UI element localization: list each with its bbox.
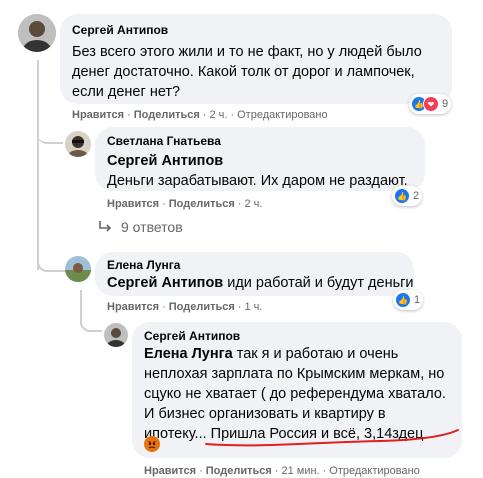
comment-author[interactable]: Елена Лунга — [107, 257, 404, 273]
avatar[interactable] — [18, 14, 56, 52]
thread-connector — [80, 312, 102, 332]
comment-actions: Нравится · Поделиться · 1 ч. — [107, 301, 263, 313]
edited-label: Отредактировано — [329, 465, 420, 477]
share-button[interactable]: Поделиться — [134, 109, 200, 121]
reactions-count: 2 — [413, 190, 420, 202]
angry-emoji-icon — [144, 436, 160, 452]
edited-label: Отредактировано — [237, 109, 328, 121]
share-button[interactable]: Поделиться — [206, 465, 272, 477]
comment-actions: Нравится · Поделиться · 21 мин. · Отредактиров… — [144, 465, 420, 477]
avatar[interactable] — [65, 131, 91, 157]
reactions-count: 1 — [414, 294, 421, 306]
heart-icon: ❤ — [423, 96, 439, 112]
reactions[interactable]: 👍 1 — [393, 290, 424, 310]
comment-text: Без всего этого жили и то не факт, но у … — [72, 44, 422, 100]
like-button[interactable]: Нравится — [107, 198, 159, 210]
comment-text: Сергей Антипов Деньги зарабатывают. Их д… — [107, 151, 415, 191]
mention-link[interactable]: Сергей Антипов — [107, 151, 415, 171]
share-button[interactable]: Поделиться — [169, 301, 235, 313]
thread-line — [37, 60, 39, 270]
timestamp[interactable]: 2 ч. — [244, 198, 262, 210]
reply-arrow-icon — [99, 221, 112, 232]
share-button[interactable]: Поделиться — [169, 198, 235, 210]
comment-bubble: Елена Лунга Сергей Антипов иди работай и… — [95, 252, 414, 296]
thread-connector — [37, 118, 63, 144]
like-icon: 👍 — [395, 292, 411, 308]
avatar[interactable] — [65, 256, 91, 282]
person-photo-icon — [65, 256, 91, 282]
comment-author[interactable]: Сергей Антипов — [144, 328, 452, 344]
comment-author[interactable]: Светлана Гнатьева — [107, 133, 415, 149]
thread-connector — [37, 248, 65, 272]
avatar[interactable] — [104, 323, 128, 347]
comment-bubble: Светлана Гнатьева Сергей Антипов Деньги … — [95, 127, 425, 191]
like-button[interactable]: Нравится — [144, 465, 196, 477]
replies-count[interactable]: 9 ответов — [121, 219, 183, 235]
reactions[interactable]: 👍 2 — [392, 186, 423, 206]
like-icon: 👍 — [394, 188, 410, 204]
mention-link[interactable]: Елена Лунга — [144, 346, 233, 362]
comment-body: Деньги зарабатывают. Их даром не раздают… — [107, 173, 408, 189]
comment-author[interactable]: Сергей Антипов — [72, 22, 442, 38]
comment-text: Сергей Антипов иди работай и будут деньг… — [107, 273, 414, 293]
like-button[interactable]: Нравится — [107, 301, 159, 313]
reactions[interactable]: 👍 ❤ 9 — [409, 94, 452, 114]
timestamp[interactable]: 2 ч. — [209, 109, 227, 121]
mention-link[interactable]: Сергей Антипов — [107, 275, 223, 291]
like-button[interactable]: Нравится — [72, 109, 124, 121]
comment-bubble: Сергей Антипов Без всего этого жили и то… — [60, 14, 452, 104]
timestamp[interactable]: 1 ч. — [244, 301, 262, 313]
red-underline-mark — [205, 429, 459, 447]
timestamp[interactable]: 21 мин. — [281, 465, 319, 477]
comment-body: иди работай и будут деньги — [223, 275, 414, 291]
person-photo-icon — [65, 131, 91, 157]
comment-actions: Нравится · Поделиться · 2 ч. — [107, 198, 263, 210]
person-photo-icon — [104, 323, 128, 347]
reactions-count: 9 — [442, 98, 449, 110]
view-replies-link[interactable]: 9 ответов — [97, 219, 183, 235]
comment-actions: Нравится · Поделиться · 2 ч. · Отредактировано — [72, 109, 328, 121]
person-photo-icon — [18, 14, 56, 52]
